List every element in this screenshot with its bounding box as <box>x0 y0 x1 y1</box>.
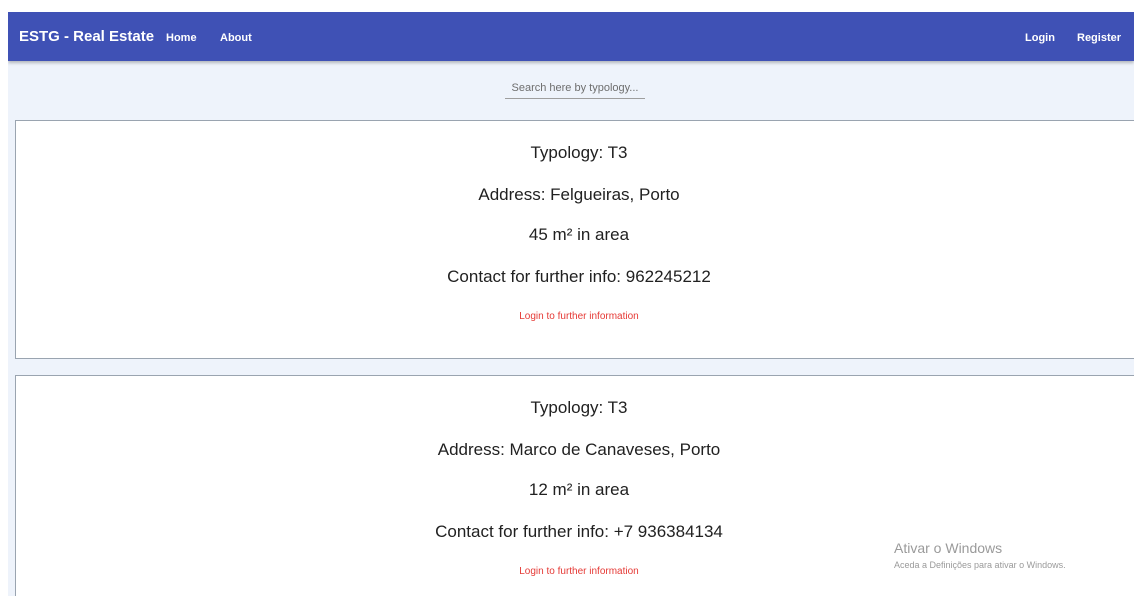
listing-typology: Typology: T3 <box>530 143 628 162</box>
search-field <box>505 78 645 99</box>
listing-address: Address: Felgueiras, Porto <box>478 185 680 204</box>
listing-card: Typology: T3 Address: Felgueiras, Porto … <box>15 120 1134 359</box>
listing-area: 45 m² in area <box>528 225 630 244</box>
windows-activation-title: Ativar o Windows <box>894 540 1003 556</box>
register-link[interactable]: Register <box>1077 32 1121 45</box>
login-link[interactable]: Login <box>1025 32 1055 45</box>
listing-contact: Contact for further info: 962245212 <box>447 267 711 286</box>
search-input[interactable] <box>505 78 645 98</box>
page: ESTG - Real Estate Home About Login Regi… <box>8 12 1134 596</box>
screen: ESTG - Real Estate Home About Login Regi… <box>0 0 1134 596</box>
listing-contact: Contact for further info: +7 936384134 <box>435 522 723 541</box>
windows-activation-subtitle: Aceda a Definições para ativar o Windows… <box>894 560 1066 570</box>
listing-area: 12 m² in area <box>528 480 630 499</box>
nav-about-link[interactable]: About <box>220 32 252 45</box>
login-info-link[interactable]: Login to further information <box>16 311 1134 323</box>
listing-address: Address: Marco de Canaveses, Porto <box>437 440 721 459</box>
brand-title[interactable]: ESTG - Real Estate <box>19 28 154 45</box>
navbar: ESTG - Real Estate Home About Login Regi… <box>8 12 1134 61</box>
nav-home-link[interactable]: Home <box>166 32 197 45</box>
listing-typology: Typology: T3 <box>530 398 628 417</box>
